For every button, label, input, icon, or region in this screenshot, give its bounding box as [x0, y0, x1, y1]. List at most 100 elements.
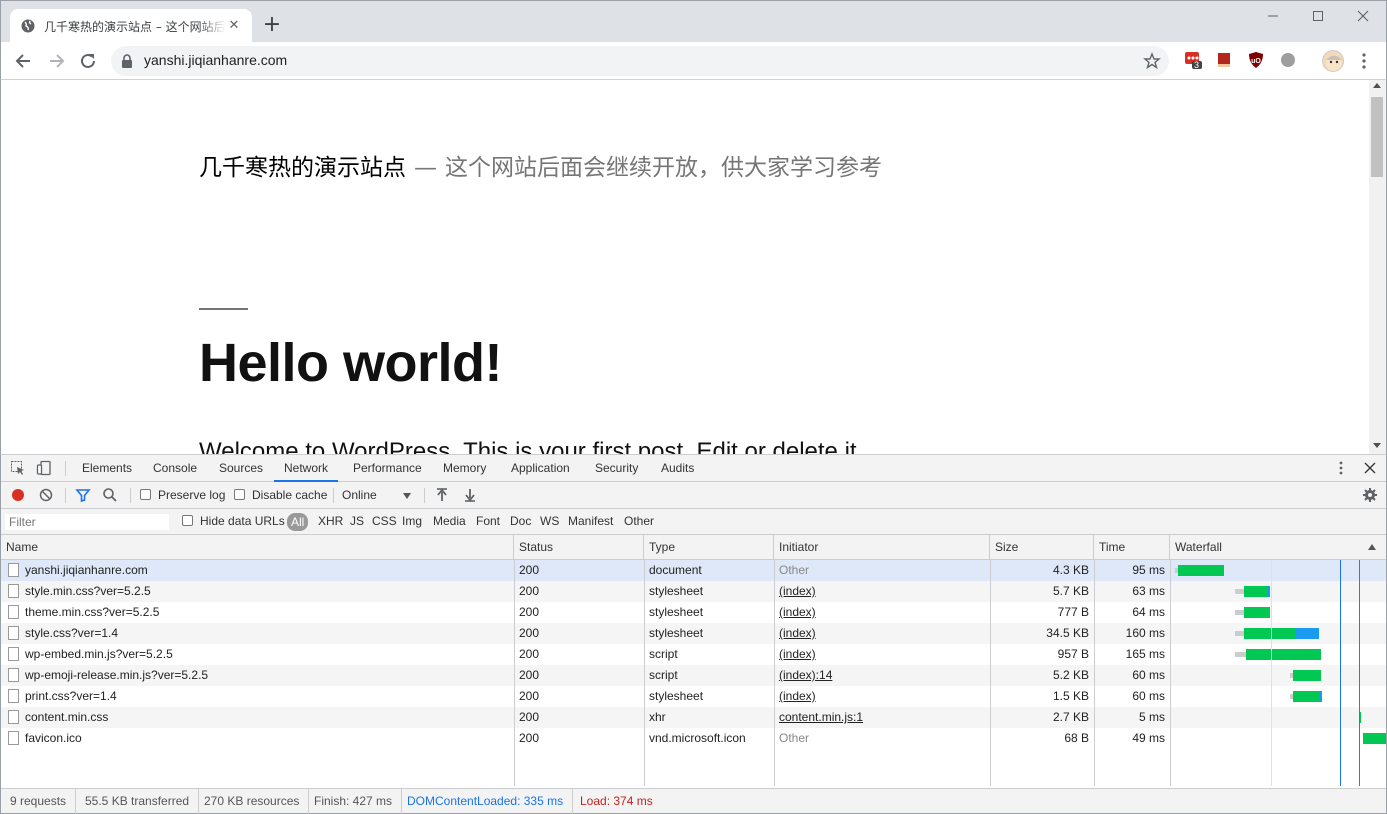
request-initiator[interactable]: (index) — [774, 581, 990, 602]
tab-console[interactable]: Console — [143, 455, 207, 482]
waterfall-download-bar[interactable] — [1244, 628, 1295, 639]
scroll-up-icon[interactable] — [1373, 83, 1381, 88]
request-initiator-text[interactable]: (index) — [779, 647, 816, 661]
grey-circle-extension-icon[interactable] — [1279, 51, 1297, 69]
request-name-text[interactable]: style.min.css?ver=5.2.5 — [25, 584, 151, 598]
request-initiator[interactable]: (index) — [774, 602, 990, 623]
waterfall-download-bar[interactable] — [1293, 691, 1320, 702]
address-bar[interactable]: yanshi.jiqianhanre.com — [111, 46, 1169, 76]
filter-type-css[interactable]: CSS — [372, 514, 397, 528]
column-header-name[interactable]: Name — [1, 535, 514, 560]
scroll-down-icon[interactable] — [1373, 443, 1381, 448]
table-row[interactable]: style.min.css?ver=5.2.5 200 stylesheet (ind… — [1, 581, 1386, 602]
hide-data-urls-checkbox[interactable] — [182, 515, 193, 526]
waterfall-waiting-bar[interactable] — [1267, 586, 1270, 597]
chevron-down-icon[interactable] — [403, 493, 411, 499]
search-icon[interactable] — [102, 487, 118, 503]
tab-audits[interactable]: Audits — [651, 455, 704, 482]
chrome-menu-icon[interactable] — [1357, 52, 1371, 70]
waterfall-download-bar[interactable] — [1244, 586, 1267, 597]
maximize-icon[interactable] — [1304, 6, 1332, 26]
close-window-icon[interactable] — [1349, 6, 1377, 26]
browser-tab[interactable]: 几千寒热的演示站点 – 这个网站后面会继续开放，供大家学习参考 ✕ — [10, 9, 252, 43]
waterfall-download-bar[interactable] — [1244, 607, 1270, 618]
table-row[interactable]: wp-embed.min.js?ver=5.2.5 200 script (index… — [1, 644, 1386, 665]
request-initiator[interactable]: (index) — [774, 686, 990, 707]
filter-type-js[interactable]: JS — [350, 514, 364, 528]
request-name[interactable]: yanshi.jiqianhanre.com — [1, 560, 514, 581]
lock-icon[interactable] — [121, 54, 133, 68]
request-name[interactable]: wp-emoji-release.min.js?ver=5.2.5 — [1, 665, 514, 686]
import-har-icon[interactable] — [434, 487, 450, 503]
new-tab-button[interactable]: + — [261, 14, 283, 37]
clear-icon[interactable] — [38, 487, 54, 503]
request-name[interactable]: favicon.ico — [1, 728, 514, 749]
waterfall-download-bar[interactable] — [1246, 649, 1321, 660]
request-name[interactable]: style.css?ver=1.4 — [1, 623, 514, 644]
request-initiator-text[interactable]: (index) — [779, 605, 816, 619]
tab-network[interactable]: Network — [274, 455, 339, 482]
ublock-shield-icon[interactable]: uO — [1247, 51, 1265, 69]
url-text[interactable]: yanshi.jiqianhanre.com — [144, 52, 287, 68]
sort-ascending-icon[interactable] — [1368, 544, 1376, 550]
tab-security[interactable]: Security — [585, 455, 648, 482]
request-initiator[interactable]: (index) — [774, 623, 990, 644]
request-name[interactable]: content.min.css — [1, 707, 514, 728]
request-name[interactable]: style.min.css?ver=5.2.5 — [1, 581, 514, 602]
site-name[interactable]: 几千寒热的演示站点 — [199, 155, 406, 181]
page-scrollbar[interactable] — [1369, 80, 1386, 454]
request-name-text[interactable]: favicon.ico — [25, 731, 82, 745]
extension-grid-icon[interactable]: 3 — [1184, 51, 1202, 70]
waterfall-waiting-bar[interactable] — [1295, 628, 1319, 639]
filter-type-xhr[interactable]: XHR — [318, 514, 343, 528]
bookmark-star-icon[interactable] — [1143, 52, 1161, 70]
request-initiator-text[interactable]: (index) — [779, 584, 816, 598]
waterfall-download-bar[interactable] — [1293, 670, 1321, 681]
column-header-status[interactable]: Status — [514, 535, 644, 560]
filter-type-img[interactable]: Img — [402, 514, 422, 528]
tab-elements[interactable]: Elements — [72, 455, 142, 482]
export-har-icon[interactable] — [462, 487, 478, 503]
filter-type-all[interactable]: All — [287, 513, 309, 531]
request-name-text[interactable]: theme.min.css?ver=5.2.5 — [25, 605, 159, 619]
filter-input[interactable] — [4, 513, 170, 531]
tab-memory[interactable]: Memory — [433, 455, 496, 482]
request-initiator[interactable]: (index) — [774, 644, 990, 665]
request-name-text[interactable]: yanshi.jiqianhanre.com — [25, 563, 148, 577]
tab-application[interactable]: Application — [501, 455, 580, 482]
preserve-log-checkbox[interactable] — [140, 489, 151, 500]
request-initiator-text[interactable]: (index) — [779, 626, 816, 640]
request-initiator-text[interactable]: content.min.js:1 — [779, 710, 863, 724]
request-initiator[interactable]: content.min.js:1 — [774, 707, 990, 728]
column-header-time[interactable]: Time — [1094, 535, 1170, 560]
request-name[interactable]: wp-embed.min.js?ver=5.2.5 — [1, 644, 514, 665]
request-initiator-text[interactable]: (index) — [779, 689, 816, 703]
filter-type-ws[interactable]: WS — [540, 514, 559, 528]
post-title[interactable]: Hello world! — [199, 332, 503, 394]
column-header-waterfall[interactable]: Waterfall — [1170, 535, 1386, 560]
table-row[interactable]: style.css?ver=1.4 200 stylesheet (index) 34.… — [1, 623, 1386, 644]
profile-avatar[interactable] — [1322, 50, 1344, 72]
device-toolbar-icon[interactable] — [36, 460, 52, 476]
forward-icon[interactable] — [45, 50, 67, 72]
filter-type-other[interactable]: Other — [624, 514, 654, 528]
request-name-text[interactable]: wp-embed.min.js?ver=5.2.5 — [25, 647, 173, 661]
table-row[interactable]: favicon.ico 200 vnd.microsoft.icon Other 68 … — [1, 728, 1386, 749]
request-initiator[interactable]: (index):14 — [774, 665, 990, 686]
request-name[interactable]: print.css?ver=1.4 — [1, 686, 514, 707]
book-extension-icon[interactable] — [1215, 51, 1233, 69]
minimize-icon[interactable] — [1259, 6, 1287, 26]
scrollbar-thumb[interactable] — [1371, 97, 1383, 177]
tab-sources[interactable]: Sources — [209, 455, 273, 482]
table-row[interactable]: print.css?ver=1.4 200 stylesheet (index) 1.5… — [1, 686, 1386, 707]
request-name[interactable]: theme.min.css?ver=5.2.5 — [1, 602, 514, 623]
disable-cache-checkbox[interactable] — [234, 489, 245, 500]
table-row[interactable]: wp-emoji-release.min.js?ver=5.2.5 200 scri… — [1, 665, 1386, 686]
waterfall-download-bar[interactable] — [1363, 733, 1386, 744]
back-icon[interactable] — [13, 50, 35, 72]
devtools-menu-icon[interactable] — [1334, 460, 1348, 476]
request-name-text[interactable]: style.css?ver=1.4 — [25, 626, 118, 640]
gear-icon[interactable] — [1362, 487, 1378, 503]
filter-type-doc[interactable]: Doc — [510, 514, 531, 528]
reload-icon[interactable] — [77, 50, 99, 72]
